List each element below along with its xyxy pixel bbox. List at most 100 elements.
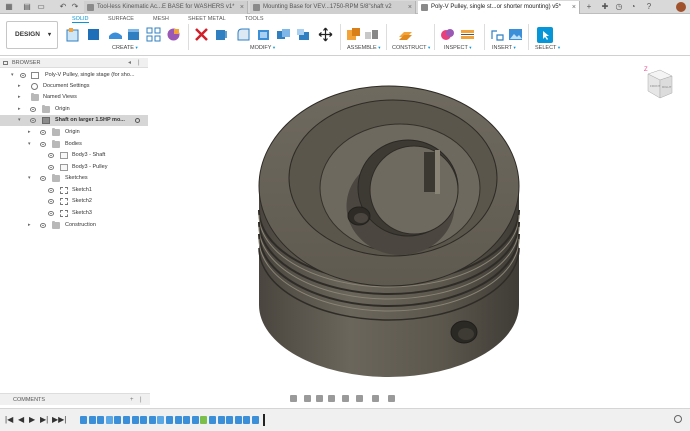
delete-icon[interactable] <box>194 27 209 42</box>
expand-caret-icon[interactable]: ▸ <box>28 127 31 138</box>
insert-derive-icon[interactable] <box>490 27 505 42</box>
new-component-assemble-icon[interactable] <box>346 27 361 42</box>
display-settings-icon[interactable] <box>356 395 363 402</box>
tree-item-construction[interactable]: ▸ Construction <box>0 220 148 231</box>
timeline-feature[interactable] <box>157 416 165 424</box>
tab-mesh[interactable]: MESH <box>153 15 169 23</box>
help-icon[interactable]: ? <box>644 2 654 12</box>
workspace-switcher-button[interactable]: DESIGN ▾ <box>6 21 58 49</box>
tree-item-named-views[interactable]: ▸ Named Views <box>0 92 148 103</box>
tree-item-sketch[interactable]: Sketch3 <box>0 208 148 219</box>
visibility-eye-icon[interactable] <box>30 118 36 123</box>
timeline-feature[interactable] <box>148 416 156 424</box>
new-component-icon[interactable] <box>66 27 81 42</box>
tab-surface[interactable]: SURFACE <box>108 15 134 23</box>
offset-plane-icon[interactable] <box>398 27 413 42</box>
tree-item-sketch[interactable]: Sketch1 <box>0 185 148 196</box>
scale-icon[interactable] <box>296 27 311 42</box>
timeline-settings-icon[interactable] <box>674 415 682 423</box>
interference-icon[interactable] <box>460 27 475 42</box>
timeline-feature[interactable] <box>123 416 130 424</box>
3d-viewport[interactable] <box>150 58 690 393</box>
close-tab-icon[interactable]: × <box>572 1 576 14</box>
timeline-feature[interactable] <box>140 416 148 424</box>
shell-icon[interactable] <box>256 27 271 42</box>
timeline-feature[interactable] <box>209 416 216 424</box>
tree-item-body[interactable]: Body3 - Shaft <box>0 150 148 161</box>
select-tool-icon[interactable] <box>537 27 553 43</box>
visibility-eye-icon[interactable] <box>48 188 54 193</box>
tree-item-component[interactable]: ▾ Shaft on larger 1.5HP mo... <box>0 115 148 126</box>
timeline-feature[interactable] <box>252 416 259 424</box>
file-icon[interactable]: ▤ <box>22 2 32 12</box>
visibility-eye-icon[interactable] <box>48 211 54 216</box>
orbit-icon[interactable] <box>290 395 297 402</box>
modify-menu[interactable]: MODIFY ▾ <box>250 45 275 51</box>
expand-caret-icon[interactable]: ▾ <box>18 115 21 126</box>
timeline-marker[interactable] <box>262 414 265 426</box>
timeline-feature[interactable] <box>131 416 139 424</box>
timeline-feature[interactable] <box>243 416 251 424</box>
look-at-icon[interactable] <box>304 395 311 402</box>
visibility-eye-icon[interactable] <box>40 142 46 147</box>
extrude-icon[interactable] <box>126 27 141 42</box>
expand-caret-icon[interactable]: ▸ <box>28 220 31 231</box>
tree-item-root[interactable]: ▾ Poly-V Pulley, single stage (for sho..… <box>0 70 148 81</box>
document-tab[interactable]: Tool-less Kinematic Ac...E BASE for WASH… <box>84 1 248 14</box>
fit-icon[interactable] <box>342 395 349 402</box>
fillet-icon[interactable] <box>236 27 251 42</box>
select-menu[interactable]: SELECT ▾ <box>535 45 560 51</box>
notifications-icon[interactable]: ◔ <box>628 2 638 12</box>
expand-caret-icon[interactable]: ▾ <box>28 139 31 150</box>
clock-icon[interactable]: ◷ <box>614 2 624 12</box>
timeline-feature[interactable] <box>88 416 96 424</box>
timeline-feature[interactable] <box>191 416 199 424</box>
visibility-eye-icon[interactable] <box>30 107 36 112</box>
document-tab[interactable]: Mounting Base for VEV...1750-RPM 5/8"sha… <box>250 1 416 14</box>
visibility-eye-icon[interactable] <box>20 73 26 78</box>
viewcube[interactable]: Z FRONT RIGHT <box>642 64 674 102</box>
close-tab-icon[interactable]: × <box>408 1 412 14</box>
close-tab-icon[interactable]: × <box>240 1 244 14</box>
tab-tools[interactable]: TOOLS <box>245 15 264 23</box>
tree-item-bodies[interactable]: ▾ Bodies <box>0 139 148 150</box>
expand-caret-icon[interactable]: ▸ <box>18 104 21 115</box>
visibility-eye-icon[interactable] <box>48 153 54 158</box>
press-pull-icon[interactable] <box>214 27 229 42</box>
timeline-back-button[interactable]: ◀ <box>18 415 24 424</box>
save-icon[interactable]: ▭ <box>36 2 46 12</box>
timeline-feature[interactable] <box>114 416 122 424</box>
create-menu[interactable]: CREATE ▾ <box>112 45 138 51</box>
expand-caret-icon[interactable]: ▸ <box>18 81 21 92</box>
inspect-menu[interactable]: INSPECT ▾ <box>444 45 472 51</box>
tree-item-body[interactable]: Body3 - Pulley <box>0 162 148 173</box>
new-tab-icon[interactable]: + <box>584 2 594 12</box>
timeline-last-button[interactable]: ▶▶| <box>52 415 66 424</box>
timeline-feature[interactable] <box>217 416 225 424</box>
timeline-feature[interactable] <box>97 416 105 424</box>
expand-caret-icon[interactable]: ▾ <box>11 70 14 81</box>
timeline-feature[interactable] <box>80 416 87 424</box>
extensions-icon[interactable]: ✚ <box>600 2 610 12</box>
grid-settings-icon[interactable] <box>372 395 379 402</box>
tree-item-document-settings[interactable]: ▸ Document Settings <box>0 81 148 92</box>
visibility-eye-icon[interactable] <box>48 199 54 204</box>
collapse-panel-icon[interactable]: ◂ <box>128 58 131 68</box>
tab-sheet-metal[interactable]: SHEET METAL <box>188 15 226 23</box>
visibility-eye-icon[interactable] <box>40 223 46 228</box>
timeline-play-button[interactable]: ▶ <box>29 415 35 424</box>
add-comment-icon[interactable]: + <box>130 394 134 406</box>
document-tab-active[interactable]: Poly-V Pulley, single st...or shorter mo… <box>418 1 580 14</box>
timeline-feature[interactable] <box>105 416 113 424</box>
tree-item-sketches[interactable]: ▾ Sketches <box>0 173 148 184</box>
move-icon[interactable] <box>318 27 333 42</box>
tree-item-origin[interactable]: ▸ Origin <box>0 127 148 138</box>
pan-icon[interactable] <box>316 395 323 402</box>
form-icon[interactable] <box>166 27 181 42</box>
insert-canvas-icon[interactable] <box>508 27 523 42</box>
tab-solid[interactable]: SOLID <box>72 15 89 23</box>
timeline-feature[interactable] <box>174 416 182 424</box>
tree-item-origin[interactable]: ▸ Origin <box>0 104 148 115</box>
timeline-feature[interactable] <box>226 416 234 424</box>
viewports-icon[interactable] <box>388 395 395 402</box>
